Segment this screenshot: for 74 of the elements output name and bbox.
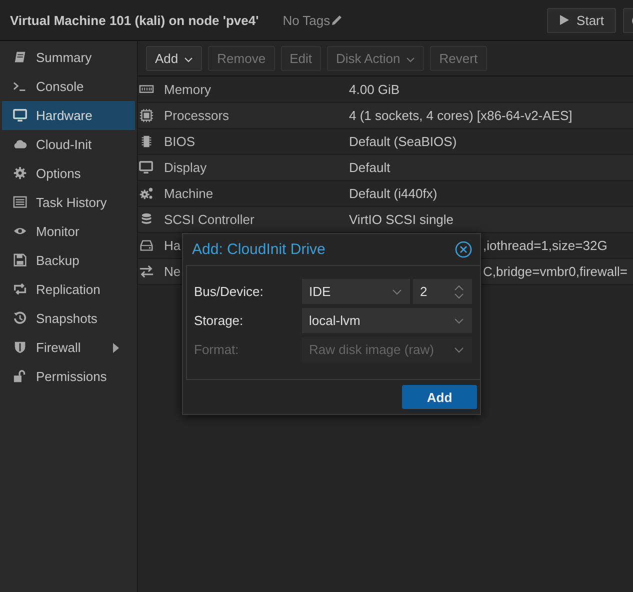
table-cell: Processors [164, 108, 230, 123]
start-button[interactable]: Start [546, 8, 616, 32]
table-cell: Memory [164, 82, 211, 97]
arrows-exchange-icon [139, 264, 154, 279]
sidebar-item-label: Snapshots [36, 311, 98, 326]
clock-arrow-icon [13, 311, 28, 326]
database-icon [139, 212, 154, 227]
table-cell: 4.00 GiB [349, 82, 400, 97]
sidebar-item[interactable]: Firewall [2, 333, 135, 362]
sidebar-item[interactable]: Console [2, 72, 135, 101]
sidebar-item-label: Cloud-Init [36, 137, 92, 152]
sidebar-item-label: Replication [36, 282, 100, 297]
table-cell: Machine [164, 186, 214, 201]
toolbar-button[interactable]: Add [146, 46, 202, 70]
table-cell: Default (SeaBIOS) [349, 134, 457, 149]
sidebar-item[interactable]: Monitor [2, 217, 135, 246]
device-number-field[interactable]: 2 [413, 279, 472, 304]
monitor-icon [139, 160, 154, 175]
window-title: Virtual Machine 101 (kali) on node 'pve4' [10, 12, 259, 28]
dialog-title: Add: CloudInit Drive [192, 241, 326, 258]
spinner-arrows-icon[interactable] [454, 284, 464, 298]
table-cell: SCSI Controller [164, 212, 254, 227]
hard-drive-icon [139, 238, 154, 253]
table-cell: ,iothread=1,size=32G [483, 238, 608, 253]
field-label: Storage: [194, 313, 244, 328]
table-cell: Display [164, 160, 207, 175]
expand-arrow-icon[interactable] [113, 342, 119, 352]
table-cell: BIOS [164, 134, 196, 149]
sidebar-item-label: Hardware [36, 108, 92, 123]
sidebar-item[interactable]: Task History [2, 188, 135, 217]
close-icon[interactable] [455, 241, 472, 258]
list-icon [13, 195, 28, 210]
table-cell: Default (i440fx) [349, 186, 438, 201]
bus-dropdown[interactable]: IDE [302, 279, 410, 304]
play-icon [558, 14, 570, 26]
sidebar-item-label: Summary [36, 50, 92, 65]
field-label: Bus/Device: [194, 284, 264, 299]
storage-dropdown[interactable]: local-lvm [302, 308, 472, 333]
sidebar-item[interactable]: Options [2, 159, 135, 188]
sidebar-item[interactable]: Backup [2, 246, 135, 275]
sidebar-item[interactable]: Hardware [2, 101, 135, 130]
chevron-down-icon [392, 288, 402, 294]
sidebar-item[interactable]: Permissions [2, 362, 135, 391]
sidebar-item-label: Permissions [36, 369, 107, 384]
table-cell: C,bridge=vmbr0,firewall= [483, 264, 628, 279]
field-label: Format: [194, 342, 240, 357]
monitor-icon [13, 108, 28, 123]
arrows-loop-icon [13, 282, 28, 297]
sidebar-item[interactable]: Cloud-Init [2, 130, 135, 159]
table-cell: 4 (1 sockets, 4 cores) [x86-64-v2-AES] [349, 108, 572, 123]
table-cell: Ha [164, 238, 181, 253]
sidebar-item[interactable]: Snapshots [2, 304, 135, 333]
cpu-icon [139, 108, 154, 123]
sidebar-item-label: Firewall [36, 340, 81, 355]
tags-label: No Tags [282, 12, 330, 28]
chevron-down-icon [454, 318, 464, 324]
table-cell: Ne [164, 264, 181, 279]
sidebar-item-label: Monitor [36, 224, 80, 239]
sidebar-item[interactable]: Replication [2, 275, 135, 304]
sidebar-item-label: Task History [36, 195, 107, 210]
gear-icon [13, 166, 28, 181]
sidebar-item-label: Backup [36, 253, 80, 268]
shield-icon [13, 340, 28, 355]
sidebar-item-label: Options [36, 166, 81, 181]
table-cell: Default [349, 160, 390, 175]
pencil-icon[interactable] [331, 14, 344, 26]
unlocked-padlock-icon [13, 369, 28, 384]
chevron-down-icon [454, 346, 464, 352]
table-cell: VirtIO SCSI single [349, 212, 454, 227]
sidebar-item-label: Console [36, 79, 84, 94]
book-icon [13, 50, 28, 65]
sidebar-item[interactable]: Summary [2, 43, 135, 72]
chip-icon [139, 134, 154, 149]
add-button[interactable]: Add [402, 385, 477, 409]
